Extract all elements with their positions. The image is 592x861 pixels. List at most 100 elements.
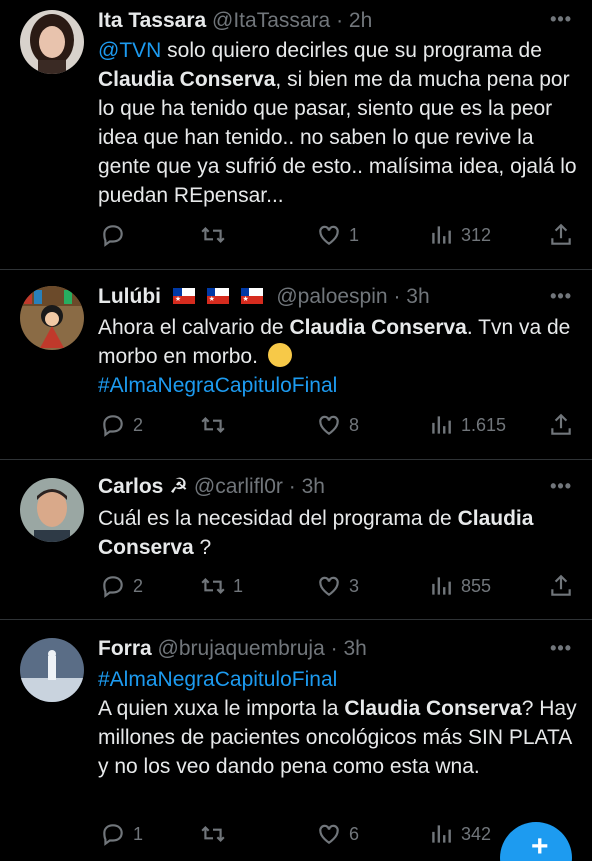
reply-icon — [103, 225, 123, 247]
tweet-actions: 2 1 3 855 — [98, 571, 576, 601]
chile-flag-icon: ★ — [206, 288, 229, 304]
share-button[interactable] — [548, 571, 574, 601]
author-name[interactable]: Forra — [98, 637, 152, 660]
reply-icon — [103, 415, 123, 437]
reply-button[interactable]: 1 — [100, 819, 143, 849]
retweet-button[interactable]: 1 — [200, 571, 243, 601]
views-icon — [432, 577, 451, 595]
views-button[interactable]: 855 — [428, 571, 491, 601]
author-name[interactable]: Lulúbi — [98, 285, 161, 308]
views-count: 312 — [461, 224, 492, 245]
tweet-header: Ita Tassara @ItaTassara · 2h — [98, 8, 552, 34]
like-button[interactable]: 3 — [316, 571, 359, 601]
share-icon — [551, 223, 571, 245]
like-count: 3 — [349, 575, 360, 596]
text-segment: ? — [193, 536, 212, 559]
like-icon — [319, 225, 339, 245]
tweet-header: Lulúbi ★ ★ ★ @paloespin · 3h — [98, 284, 552, 310]
separator: · — [336, 9, 344, 32]
bold-text: Claudia Conserva — [98, 68, 276, 91]
views-icon — [432, 226, 451, 244]
plus-icon: + — [531, 830, 549, 861]
bold-text: Claudia Conserva — [344, 697, 522, 720]
tweet[interactable]: Ita Tassara @ItaTassara · 2h ••• @TVN so… — [0, 0, 592, 270]
reply-button[interactable]: 2 — [100, 410, 143, 440]
like-count: 8 — [349, 414, 360, 435]
retweet-button[interactable] — [200, 819, 233, 849]
like-icon — [319, 824, 339, 844]
separator: · — [393, 285, 401, 308]
more-icon[interactable]: ••• — [550, 638, 572, 659]
retweet-button[interactable] — [200, 410, 233, 440]
timestamp[interactable]: 3h — [406, 285, 429, 308]
views-button[interactable]: 1.615 — [428, 410, 506, 440]
share-button[interactable] — [548, 410, 574, 440]
retweet-button[interactable] — [200, 220, 233, 250]
views-icon — [432, 825, 451, 843]
hashtag-link[interactable]: #AlmaNegraCapituloFinal — [98, 374, 337, 397]
raised-eyebrow-emoji-icon — [267, 343, 292, 367]
avatar[interactable] — [20, 478, 84, 542]
views-button[interactable]: 312 — [428, 220, 491, 250]
bold-text: Claudia Conserva — [289, 316, 467, 339]
tweet-text: @TVN solo quiero decirles que su program… — [98, 36, 578, 210]
like-button[interactable]: 6 — [316, 819, 359, 849]
share-icon — [551, 574, 571, 596]
like-button[interactable]: 1 — [316, 220, 359, 250]
reply-icon — [103, 824, 123, 846]
text-segment: Cuál es la necesidad del programa de — [98, 507, 458, 530]
retweet-icon — [201, 226, 225, 244]
views-icon — [432, 416, 451, 434]
chile-flag-icon: ★ — [172, 288, 195, 304]
retweet-count: 1 — [233, 575, 244, 596]
tweet-header: Forra @brujaquembruja · 3h — [98, 636, 552, 662]
tweet-header: Carlos ☭ @carlifl0r · 3h — [98, 474, 552, 500]
like-icon — [319, 576, 339, 596]
tweet-text: #AlmaNegraCapituloFinal A quien xuxa le i… — [98, 665, 578, 781]
chile-flag-icon: ★ — [240, 288, 263, 304]
like-button[interactable]: 8 — [316, 410, 359, 440]
views-count: 342 — [461, 823, 492, 844]
timestamp[interactable]: 3h — [302, 475, 325, 498]
author-handle[interactable]: @carlifl0r — [194, 475, 283, 498]
text-segment: Ahora el calvario de — [98, 316, 290, 339]
hashtag-link[interactable]: @TVN — [98, 39, 161, 62]
hashtag-link[interactable]: #AlmaNegraCapituloFinal — [98, 668, 337, 691]
more-icon[interactable]: ••• — [550, 476, 572, 497]
reply-icon — [103, 576, 123, 598]
retweet-icon — [201, 825, 225, 843]
retweet-icon — [201, 577, 225, 595]
tweet-text: Cuál es la necesidad del programa de Cla… — [98, 504, 578, 562]
text-segment: solo quiero decirles que su programa de — [161, 39, 542, 62]
tweet[interactable]: Forra @brujaquembruja · 3h ••• #AlmaNegr… — [0, 620, 592, 861]
avatar[interactable] — [20, 638, 84, 702]
retweet-icon — [201, 416, 225, 434]
author-handle[interactable]: @ItaTassara — [212, 9, 330, 32]
tweet-actions: 1 312 — [98, 220, 576, 250]
views-count: 855 — [461, 575, 492, 596]
author-name[interactable]: Carlos ☭ — [98, 475, 188, 498]
like-count: 6 — [349, 823, 360, 844]
text-segment: A quien xuxa le importa la — [98, 697, 345, 720]
views-count: 1.615 — [461, 414, 507, 435]
separator: · — [288, 475, 296, 498]
reply-count: 2 — [133, 414, 144, 435]
tweet[interactable]: Lulúbi ★ ★ ★ @paloespin · 3h ••• Ahora e… — [0, 270, 592, 460]
tweet[interactable]: Carlos ☭ @carlifl0r · 3h ••• Cuál es la … — [0, 460, 592, 620]
reply-button[interactable] — [100, 220, 133, 250]
author-handle[interactable]: @paloespin — [276, 285, 387, 308]
reply-count: 1 — [133, 823, 144, 844]
timestamp[interactable]: 2h — [349, 9, 372, 32]
avatar[interactable] — [20, 286, 84, 350]
views-button[interactable]: 342 — [428, 819, 491, 849]
more-icon[interactable]: ••• — [550, 286, 572, 307]
avatar[interactable] — [20, 10, 84, 74]
share-button[interactable] — [548, 220, 574, 250]
more-icon[interactable]: ••• — [550, 9, 572, 30]
author-name[interactable]: Ita Tassara — [98, 9, 206, 32]
timestamp[interactable]: 3h — [343, 637, 366, 660]
tweet-actions: 2 8 1.615 — [98, 410, 576, 440]
separator: · — [330, 637, 338, 660]
reply-button[interactable]: 2 — [100, 571, 143, 601]
author-handle[interactable]: @brujaquembruja — [158, 637, 325, 660]
